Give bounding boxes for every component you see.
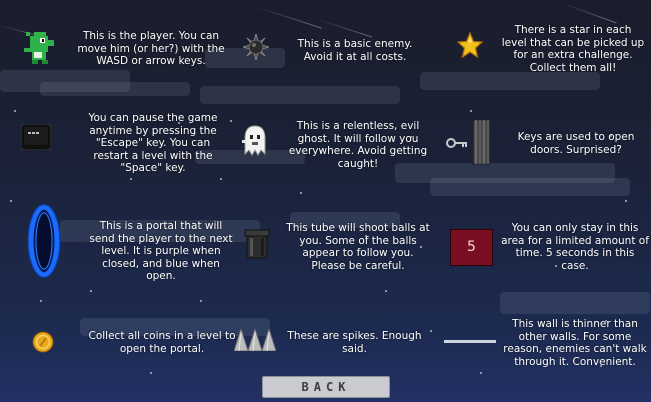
tube-description: This tube will shoot balls at you. Some …	[286, 222, 430, 272]
blue-portal-icon	[24, 203, 64, 279]
pause-description: You can pause the game anytime by pressi…	[88, 112, 218, 174]
player-description: This is the player. You can move him (or…	[77, 30, 225, 67]
thin-wall-icon	[444, 340, 496, 343]
cloud	[500, 292, 650, 314]
star-dot	[150, 372, 152, 374]
star-dot	[300, 192, 302, 194]
cannon-tube-icon	[242, 228, 272, 260]
spiked-mine-enemy-icon	[241, 32, 271, 62]
cloud	[40, 82, 190, 96]
star-dot	[480, 372, 482, 374]
star-dot	[40, 300, 42, 302]
thin-wall-description: This wall is thinner than other walls. F…	[503, 318, 647, 368]
star-dot	[625, 200, 627, 202]
timer-description: You can only stay in this area for a lim…	[501, 222, 649, 272]
star-dot	[14, 110, 16, 112]
star-dot	[90, 290, 92, 292]
ghost-description: This is a relentless, evil ghost. It wil…	[288, 120, 428, 170]
keys-description: Keys are used to open doors. Surprised?	[517, 131, 635, 156]
spikes-icon	[233, 327, 277, 352]
cloud	[420, 72, 600, 90]
star-dot	[385, 290, 387, 292]
star-description: There is a star in each level that can b…	[501, 24, 645, 74]
timer-zone-icon: 5	[450, 229, 493, 266]
gold-coin-icon	[32, 331, 54, 353]
star-dot	[200, 300, 202, 302]
key-and-door-icon	[446, 118, 494, 166]
cloud	[200, 86, 400, 104]
escape-key-icon	[20, 123, 52, 151]
enemy-description: This is a basic enemy. Avoid it at all c…	[297, 38, 413, 63]
star-dot	[430, 330, 432, 332]
shooting-star	[254, 6, 322, 29]
shooting-star	[314, 18, 373, 38]
ghost-icon	[241, 124, 269, 158]
star-dot	[470, 110, 472, 112]
spikes-description: These are spikes. Enough said.	[287, 330, 422, 355]
coin-description: Collect all coins in a level to open the…	[88, 330, 236, 355]
star-dot	[230, 120, 232, 122]
cloud	[430, 178, 630, 196]
star-dot	[130, 178, 132, 180]
star-dot	[10, 200, 12, 202]
timer-value: 5	[467, 239, 476, 255]
green-dinosaur-player-icon	[22, 30, 56, 66]
back-button[interactable]: BACK	[262, 376, 390, 398]
portal-description: This is a portal that will send the play…	[89, 220, 233, 282]
shooting-star	[559, 2, 617, 24]
star-dot	[220, 178, 222, 180]
gold-star-icon	[456, 31, 484, 59]
